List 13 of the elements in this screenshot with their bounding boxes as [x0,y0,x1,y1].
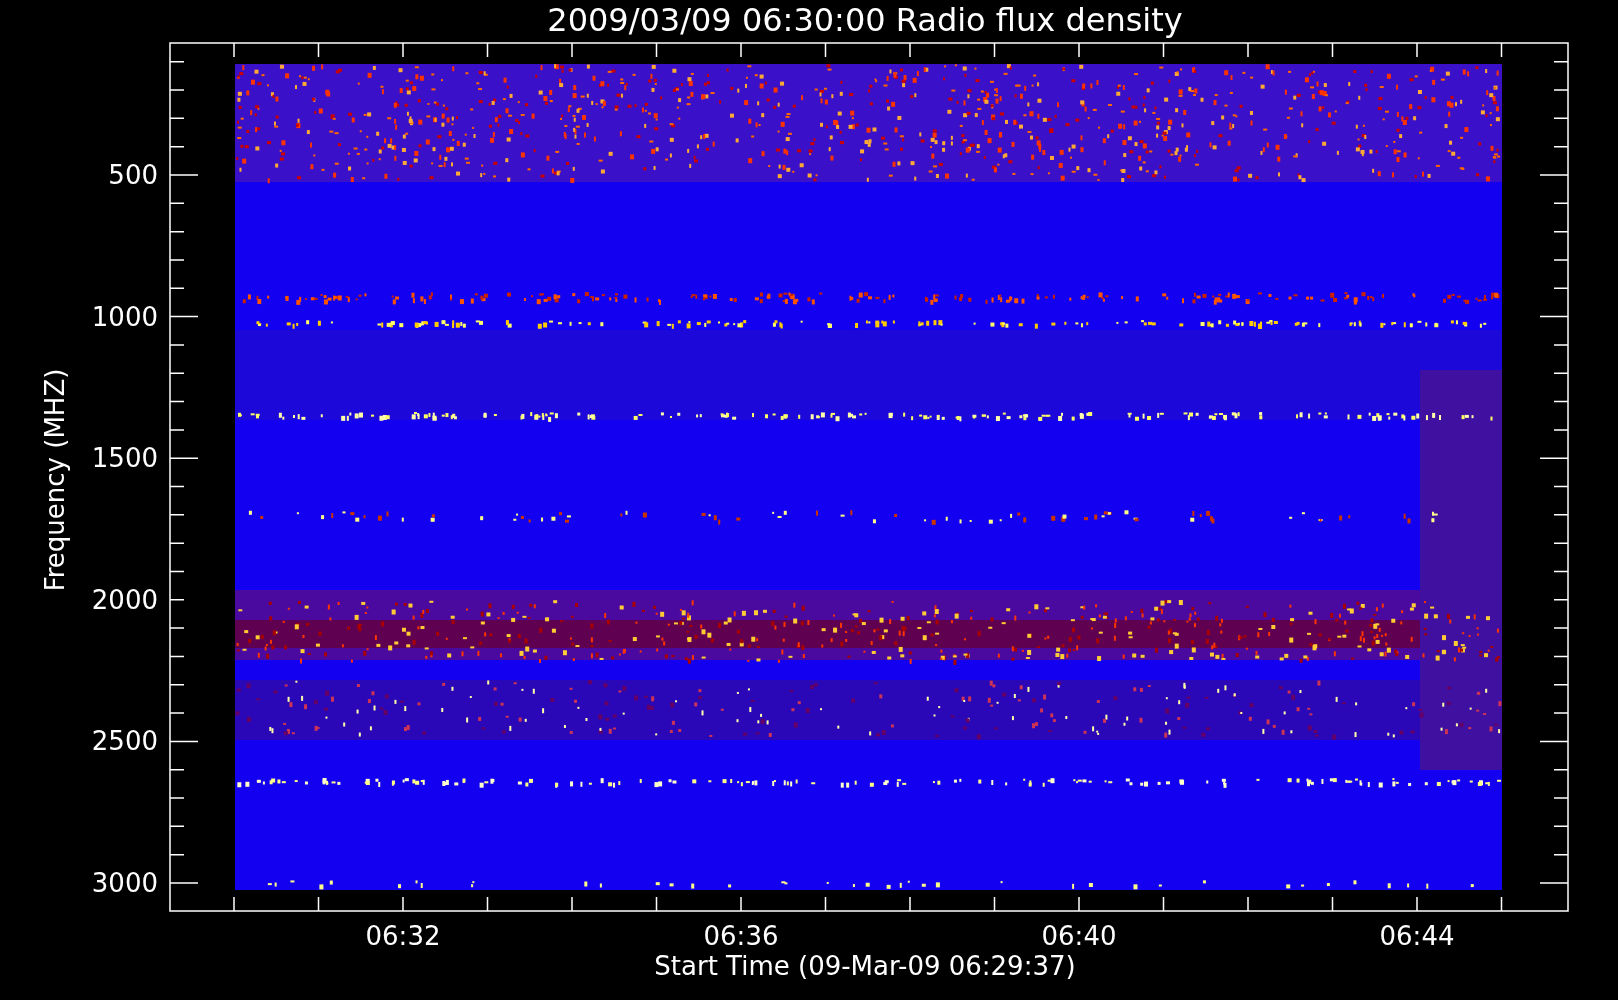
x-tick-label: 06:32 [365,921,441,951]
y-tick-label: 500 [108,160,158,190]
y-tick-label: 1500 [91,443,158,474]
y-tick-label: 3000 [91,868,158,898]
x-tick-label: 06:40 [1041,921,1117,951]
x-tick-label: 06:44 [1379,921,1455,951]
y-tick-label: 2500 [91,726,158,757]
chart-title: 2009/03/09 06:30:00 Radio flux density [547,1,1183,39]
y-tick-label: 2000 [91,584,158,615]
y-axis-title: Frequency (MHZ) [40,368,70,592]
x-tick-label: 06:36 [703,921,779,951]
x-axis-title: Start Time (09-Mar-09 06:29:37) [654,951,1076,981]
y-tick-label: 1000 [91,301,158,332]
